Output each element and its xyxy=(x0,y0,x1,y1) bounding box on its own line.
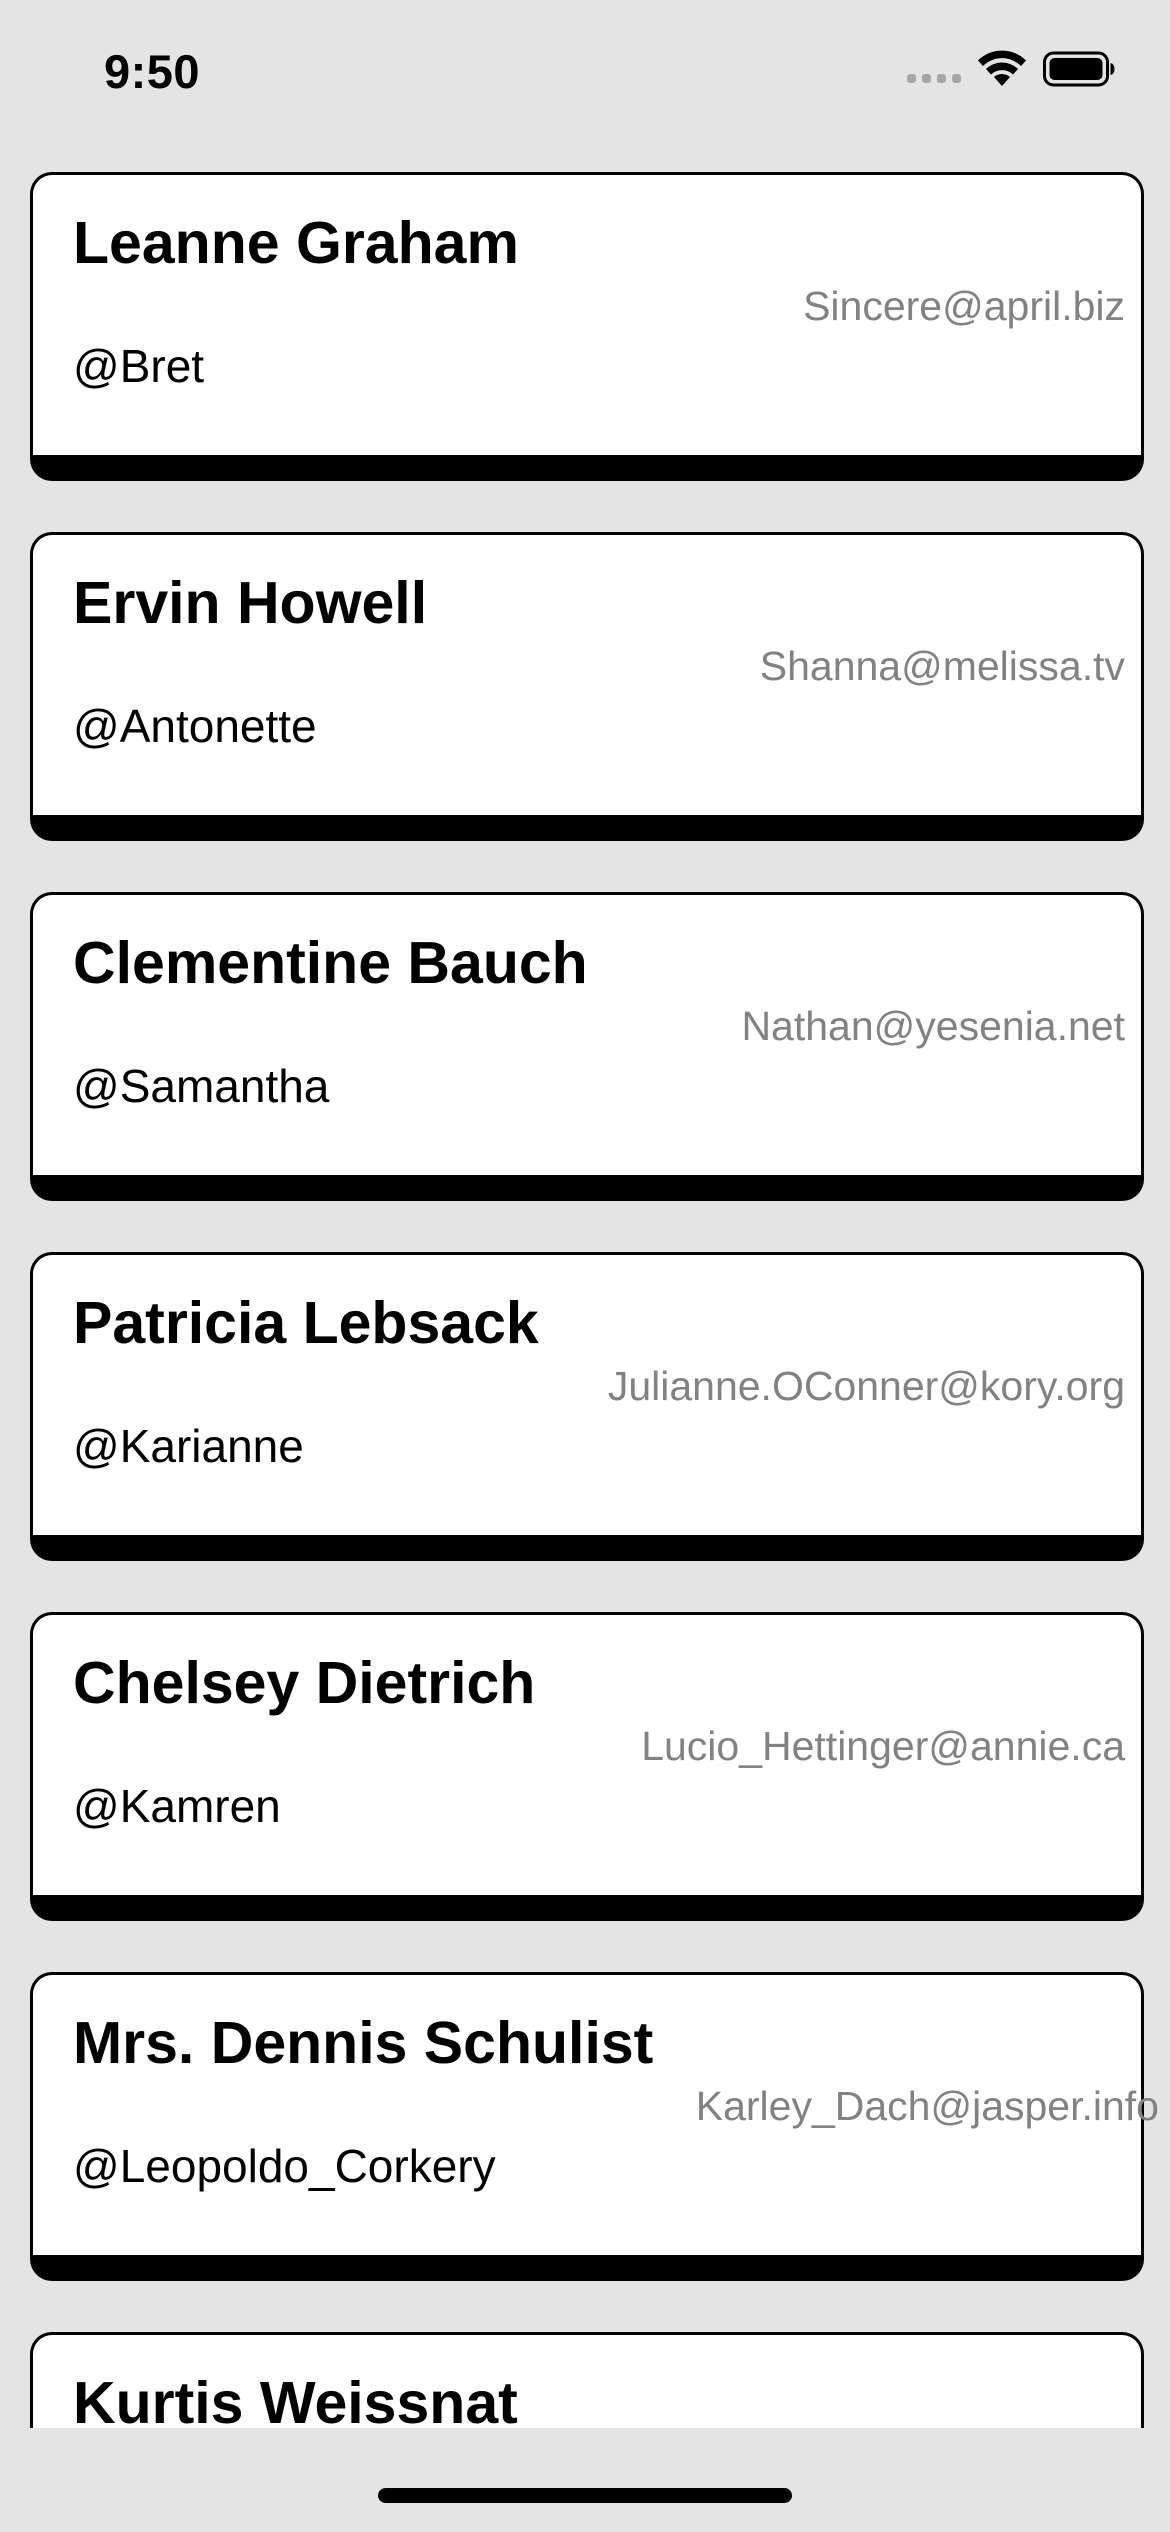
status-time: 9:50 xyxy=(104,45,201,98)
cellular-signal-icon xyxy=(907,56,961,83)
user-name: Clementine Bauch xyxy=(73,930,588,996)
user-name: Ervin Howell xyxy=(73,570,428,636)
user-card[interactable]: Leanne Graham Sincere@april.biz @Bret xyxy=(30,172,1144,481)
user-list[interactable]: Leanne Graham Sincere@april.biz @Bret Er… xyxy=(0,0,1170,2428)
user-card[interactable]: Ervin Howell Shanna@melissa.tv @Antonett… xyxy=(30,532,1144,841)
user-name: Mrs. Dennis Schulist xyxy=(73,2010,654,2076)
user-username: @Antonette xyxy=(73,700,317,752)
wifi-icon xyxy=(978,50,1026,86)
user-email: Karley_Dach@jasper.info xyxy=(695,2083,1159,2129)
user-card[interactable]: Kurtis Weissnat xyxy=(30,2332,1144,2428)
home-indicator-area xyxy=(0,2428,1170,2532)
user-name: Chelsey Dietrich xyxy=(73,1650,536,1716)
user-email: Shanna@melissa.tv xyxy=(759,643,1125,689)
user-username: @Karianne xyxy=(73,1420,304,1472)
user-name: Kurtis Weissnat xyxy=(73,2370,518,2428)
user-card[interactable]: Mrs. Dennis Schulist Karley_Dach@jasper.… xyxy=(30,1972,1159,2281)
status-icons xyxy=(907,50,1115,88)
user-username: @Bret xyxy=(73,340,205,392)
user-email: Sincere@april.biz xyxy=(803,283,1125,329)
user-username: @Kamren xyxy=(73,1780,281,1832)
user-name: Patricia Lebsack xyxy=(73,1290,539,1356)
user-card[interactable]: Patricia Lebsack Julianne.OConner@kory.o… xyxy=(30,1252,1144,1561)
user-email: Nathan@yesenia.net xyxy=(741,1003,1125,1049)
status-bar: 9:50 xyxy=(0,0,1170,150)
user-email: Lucio_Hettinger@annie.ca xyxy=(641,1723,1125,1769)
user-username: @Samantha xyxy=(73,1060,330,1112)
user-card[interactable]: Clementine Bauch Nathan@yesenia.net @Sam… xyxy=(30,892,1144,1201)
battery-icon xyxy=(1043,51,1115,87)
user-card[interactable]: Chelsey Dietrich Lucio_Hettinger@annie.c… xyxy=(30,1612,1144,1921)
user-email: Julianne.OConner@kory.org xyxy=(607,1363,1125,1409)
home-indicator[interactable] xyxy=(378,2488,792,2503)
user-name: Leanne Graham xyxy=(73,210,519,276)
user-username: @Leopoldo_Corkery xyxy=(73,2140,496,2192)
